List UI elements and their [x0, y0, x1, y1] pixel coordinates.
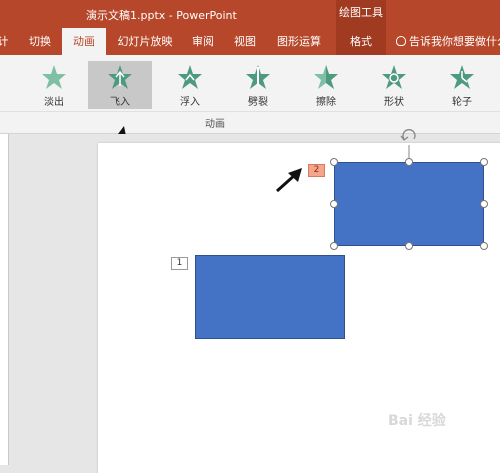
fade-star-icon — [42, 65, 66, 89]
resize-handle-w[interactable] — [330, 200, 338, 208]
tab-shape-ops[interactable]: 图形运算 — [270, 28, 328, 55]
tab-view[interactable]: 视图 — [228, 28, 262, 55]
animation-fade-label: 淡出 — [44, 97, 64, 108]
split-star-icon — [246, 65, 270, 89]
rotate-handle-icon[interactable] — [400, 129, 418, 159]
tell-me-text: 告诉我你想要做什么 — [409, 35, 500, 48]
tab-format[interactable]: 格式 — [336, 28, 386, 55]
ribbon-tab-row: 计 切换 动画 幻灯片放映 审阅 视图 图形运算 格式 告诉我你想要做什么 — [0, 28, 500, 55]
animation-shape[interactable]: 形状 — [362, 61, 426, 109]
animation-shape-label: 形状 — [384, 97, 404, 108]
tell-me-search[interactable]: 告诉我你想要做什么 — [396, 28, 500, 55]
animation-wipe-label: 擦除 — [316, 97, 336, 108]
wheel-star-icon — [450, 65, 474, 89]
resize-handle-e[interactable] — [480, 200, 488, 208]
rectangle-shape[interactable] — [195, 255, 345, 339]
float-in-star-icon — [178, 65, 202, 89]
shape-star-icon — [382, 65, 406, 89]
animation-float-in[interactable]: 浮入 — [158, 61, 222, 109]
annotation-arrow-icon — [275, 168, 302, 193]
tab-design[interactable]: 计 — [0, 28, 10, 55]
tab-transitions[interactable]: 切换 — [22, 28, 58, 55]
window-title: 演示文稿1.pptx - PowerPoint — [86, 9, 237, 22]
resize-handle-nw[interactable] — [330, 158, 338, 166]
watermark: Bai 经验 — [388, 413, 446, 429]
fly-in-star-icon — [108, 65, 132, 89]
tab-review[interactable]: 审阅 — [186, 28, 220, 55]
animation-fade[interactable]: 淡出 — [22, 61, 86, 109]
animation-split[interactable]: 劈裂 — [226, 61, 290, 109]
animation-wipe[interactable]: 擦除 — [294, 61, 358, 109]
thumbnail-pane[interactable] — [0, 134, 9, 465]
resize-handle-se[interactable] — [480, 242, 488, 250]
drawing-tools-context-label: 绘图工具 — [336, 0, 386, 28]
animation-order-tag[interactable]: 1 — [171, 257, 188, 270]
resize-handle-n[interactable] — [405, 158, 413, 166]
tab-slideshow[interactable]: 幻灯片放映 — [112, 28, 178, 55]
animations-ribbon: 淡出 飞入 浮入 劈裂 擦除 形状 轮子 动画 — [0, 55, 500, 134]
resize-handle-s[interactable] — [405, 242, 413, 250]
animation-wheel-label: 轮子 — [452, 97, 472, 108]
title-bar: 演示文稿1.pptx - PowerPoint 绘图工具 — [0, 0, 500, 28]
animation-order-tag-selected[interactable]: 2 — [308, 164, 325, 177]
resize-handle-ne[interactable] — [480, 158, 488, 166]
resize-handle-sw[interactable] — [330, 242, 338, 250]
animation-fly-in-label: 飞入 — [110, 97, 130, 108]
animation-float-in-label: 浮入 — [180, 97, 200, 108]
animations-group-label: 动画 — [205, 119, 225, 130]
animation-fly-in[interactable]: 飞入 — [88, 61, 152, 109]
animation-split-label: 劈裂 — [248, 97, 268, 108]
ribbon-group-divider — [0, 111, 500, 112]
lightbulb-icon — [396, 36, 406, 46]
wipe-star-icon — [314, 65, 338, 89]
rectangle-shape-selected[interactable] — [334, 162, 484, 246]
animation-wheel[interactable]: 轮子 — [430, 61, 494, 109]
tab-animations[interactable]: 动画 — [62, 28, 106, 55]
